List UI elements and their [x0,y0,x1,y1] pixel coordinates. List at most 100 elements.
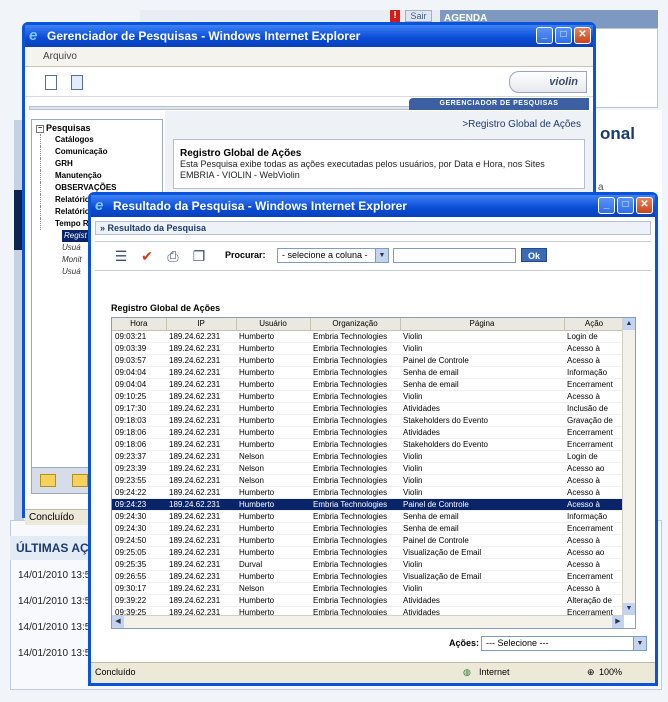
table-row[interactable]: 09:26:55 189.24.62.231 Humberto Embria Tech… [112,570,624,583]
table-row[interactable]: 09:23:55 189.24.62.231 Nelson Embria Techno… [112,474,624,487]
activity-date: 14/01/2010 13:5 [18,596,91,607]
maximize-button[interactable]: □ [617,197,634,214]
column-header[interactable]: Organização [310,318,401,331]
print-icon[interactable]: ⎙ [165,248,181,264]
table-row[interactable]: 09:24:23 189.24.62.231 Humberto Embria Tech… [112,498,624,511]
scroll-down-icon[interactable]: ▼ [623,603,635,615]
table-row[interactable]: 09:18:06 189.24.62.231 Humberto Embria Tech… [112,438,624,451]
table-row[interactable]: 09:03:21 189.24.62.231 Humberto Embria Tech… [112,330,624,343]
tree-item[interactable]: Manutenção [40,170,158,182]
table-row[interactable]: 09:18:06 189.24.62.231 Humberto Embria Tech… [112,426,624,439]
table-cell: 189.24.62.231 [166,594,236,607]
table-cell: Informação [564,366,624,379]
copy-icon[interactable]: ❐ [191,248,207,264]
search-description-panel: Registro Global de Ações Esta Pesquisa e… [173,139,585,189]
column-header[interactable]: IP [166,318,237,331]
table-row[interactable]: 09:25:05 189.24.62.231 Humberto Embria Tech… [112,546,624,559]
alert-icon[interactable]: ! [390,10,400,22]
window-titlebar[interactable]: e Gerenciador de Pesquisas - Windows Int… [25,25,593,47]
table-cell: Violin [400,474,564,487]
column-header[interactable]: Usuário [236,318,311,331]
scroll-up-icon[interactable]: ▲ [623,318,635,330]
table-row[interactable]: 09:04:04 189.24.62.231 Humberto Embria Tech… [112,378,624,391]
copy-page-icon[interactable] [71,75,83,90]
column-select[interactable]: - selecione a coluna - ▼ [277,248,389,263]
table-cell: 09:23:39 [112,462,166,475]
registro-global-link[interactable]: >Registro Global de Ações [462,119,581,130]
table-cell: 189.24.62.231 [166,522,236,535]
window-title: Resultado da Pesquisa - Windows Internet… [113,199,407,213]
table-row[interactable]: 09:03:39 189.24.62.231 Humberto Embria Tech… [112,342,624,355]
window-titlebar[interactable]: e Resultado da Pesquisa - Windows Intern… [91,195,655,217]
table-row[interactable]: 09:24:30 189.24.62.231 Humberto Embria Tech… [112,510,624,523]
table-row[interactable]: 09:30:17 189.24.62.231 Nelson Embria Techno… [112,582,624,595]
table-cell: Embria Technologies [310,462,400,475]
table-row[interactable]: 09:23:37 189.24.62.231 Nelson Embria Techno… [112,450,624,463]
table-row[interactable]: 09:18:03 189.24.62.231 Humberto Embria Tech… [112,414,624,427]
tree-item[interactable]: Comunicação [40,146,158,158]
menu-arquivo[interactable]: Arquivo [43,51,77,62]
tree-root[interactable]: − Pesquisas [36,122,158,134]
search-input[interactable] [393,248,516,263]
new-page-icon[interactable] [45,75,57,90]
collapse-icon[interactable]: − [36,124,44,133]
table-row[interactable]: 09:24:22 189.24.62.231 Humberto Embria Tech… [112,486,624,499]
zoom-level[interactable]: 100% [599,663,622,681]
table-cell: Embria Technologies [310,426,400,439]
table-row[interactable]: 09:23:39 189.24.62.231 Nelson Embria Techno… [112,462,624,475]
list-icon[interactable]: ☰ [113,248,129,264]
table-row[interactable]: 09:03:57 189.24.62.231 Humberto Embria Tech… [112,354,624,367]
folder-icon[interactable] [40,474,56,487]
status-bar: Concluído ◍ Internet ⊕ 100% [91,662,655,682]
table-cell: Stakeholders do Evento [400,414,564,427]
chevron-down-icon[interactable]: ▼ [375,249,388,262]
column-header[interactable]: Hora [112,318,167,331]
ie-icon: e [29,27,38,44]
table-row[interactable]: 09:24:50 189.24.62.231 Humberto Embria Tech… [112,534,624,547]
table-cell: Embria Technologies [310,450,400,463]
window-title: Gerenciador de Pesquisas - Windows Inter… [47,29,361,43]
table-cell: Violin [400,342,564,355]
table-cell: Violin [400,558,564,571]
table-cell: Embria Technologies [310,414,400,427]
logout-button[interactable]: Sair [405,10,432,22]
minimize-button[interactable]: _ [598,197,615,214]
horizontal-scrollbar[interactable]: ◀ ▶ [112,615,624,628]
minimize-button[interactable]: _ [536,27,553,44]
table-cell: 189.24.62.231 [166,438,236,451]
vertical-scrollbar[interactable]: ▲ ▼ [622,318,635,615]
chevron-down-icon[interactable]: ▼ [633,637,646,650]
maximize-button[interactable]: □ [555,27,572,44]
table-cell: Humberto [236,366,310,379]
tree-item[interactable]: Catálogos [40,134,158,146]
acoes-select[interactable]: --- Selecione --- ▼ [481,636,647,651]
table-row[interactable]: 09:10:25 189.24.62.231 Humberto Embria Tech… [112,390,624,403]
table-row[interactable]: 09:25:35 189.24.62.231 Durval Embria Techno… [112,558,624,571]
window-content: » Resultado da Pesquisa ☰ ✔ ⎙ ❐ Procurar… [91,217,655,662]
table-row[interactable]: 09:17:30 189.24.62.231 Humberto Embria Tech… [112,402,624,415]
table-row[interactable]: 09:04:04 189.24.62.231 Humberto Embria Tech… [112,366,624,379]
table-row[interactable]: 09:39:22 189.24.62.231 Humberto Embria Tech… [112,594,624,607]
close-button[interactable]: ✕ [574,27,591,44]
table-cell: 189.24.62.231 [166,342,236,355]
folder-open-icon[interactable] [72,474,88,487]
column-header[interactable]: Ação [564,318,625,331]
panel-description: Esta Pesquisa exibe todas as ações execu… [180,159,545,180]
zoom-icon[interactable]: ⊕ [587,663,595,681]
breadcrumb: » Resultado da Pesquisa [95,221,651,235]
table-title: Registro Global de Ações [111,303,221,313]
table-cell: Encerrament [564,522,624,535]
check-icon[interactable]: ✔ [139,248,155,264]
tree-item[interactable]: GRH [40,158,158,170]
scroll-left-icon[interactable]: ◀ [112,616,124,628]
table-cell: Embria Technologies [310,366,400,379]
ok-button[interactable]: Ok [521,248,547,262]
table-row[interactable]: 09:24:30 189.24.62.231 Humberto Embria Tech… [112,522,624,535]
violin-logo: violin [509,71,587,93]
scroll-right-icon[interactable]: ▶ [612,616,624,628]
close-button[interactable]: ✕ [636,197,653,214]
table-cell: 189.24.62.231 [166,366,236,379]
column-header[interactable]: Página [400,318,565,331]
table-cell: Painel de Controle [400,498,564,511]
table-cell: Visualização de Email [400,546,564,559]
